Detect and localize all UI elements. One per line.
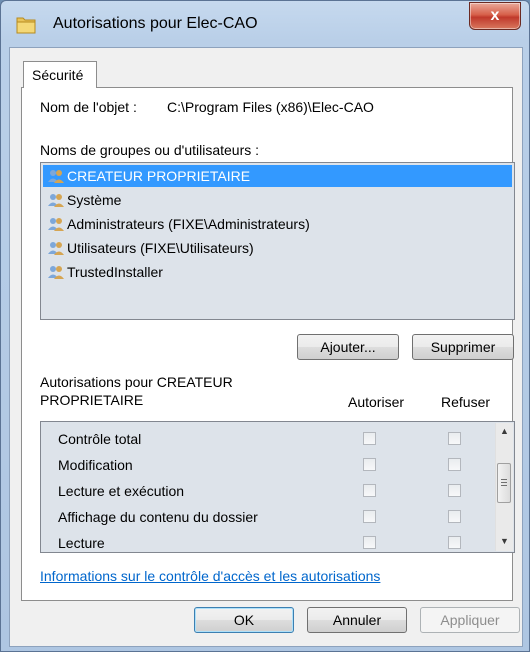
deny-checkbox[interactable] [448,510,461,523]
allow-checkbox[interactable] [363,536,376,549]
deny-checkbox[interactable] [448,484,461,497]
object-path: C:\Program Files (x86)\Elec-CAO [167,99,374,115]
permissions-label-line1: Autorisations pour CREATEUR [40,374,233,390]
title-bar[interactable]: Autorisations pour Elec-CAO [1,1,529,47]
deny-checkbox[interactable] [448,432,461,445]
tab-label: Sécurité [32,67,84,83]
permission-row-full-control: Contrôle total [41,426,481,452]
window-title: Autorisations pour Elec-CAO [53,15,258,32]
deny-checkbox[interactable] [448,458,461,471]
users-icon [48,170,64,183]
allow-checkbox[interactable] [363,458,376,471]
users-icon [48,242,64,255]
scroll-down-icon[interactable]: ▼ [496,533,513,550]
permission-label: Lecture et exécution [58,483,185,499]
allow-checkbox[interactable] [363,484,376,497]
ok-button[interactable]: OK [194,607,294,633]
permission-label: Lecture [58,535,105,551]
permission-label: Affichage du contenu du dossier [58,509,258,525]
permission-row-list-folder: Affichage du contenu du dossier [41,504,481,530]
permission-row-read: Lecture [41,530,481,552]
deny-checkbox[interactable] [448,536,461,549]
grip-line [501,479,507,480]
groups-label: Noms de groupes ou d'utilisateurs : [40,142,260,158]
list-item-administrateurs[interactable]: Administrateurs (FIXE\Administrateurs) [43,213,512,235]
list-item-label: Système [67,192,122,208]
tab-security[interactable]: Sécurité [23,61,97,88]
list-item-systeme[interactable]: Système [43,189,512,211]
folder-icon [16,17,36,34]
apply-button[interactable]: Appliquer [420,607,520,633]
users-icon [48,218,64,231]
list-item-createur-proprietaire[interactable]: CREATEUR PROPRIETAIRE [43,165,512,187]
close-icon: x [490,7,500,24]
object-name-label: Nom de l'objet : [40,99,137,115]
allow-checkbox[interactable] [363,510,376,523]
grip-line [501,482,507,483]
deny-column-header: Refuser [441,394,491,410]
permission-row-read-execute: Lecture et exécution [41,478,481,504]
list-item-utilisateurs[interactable]: Utilisateurs (FIXE\Utilisateurs) [43,237,512,259]
list-item-trustedinstaller[interactable]: TrustedInstaller [43,261,512,283]
grip-line [501,485,507,486]
permissions-scrollbar[interactable]: ▲ ▼ [495,423,513,551]
list-item-label: TrustedInstaller [67,264,163,280]
cancel-button[interactable]: Annuler [307,607,407,633]
allow-column-header: Autoriser [348,394,405,410]
add-button[interactable]: Ajouter... [297,334,399,360]
dialog-window: Autorisations pour Elec-CAO x Sécurité N… [0,0,530,652]
remove-button[interactable]: Supprimer [412,334,514,360]
permissions-list[interactable]: Contrôle total Modification Lecture et e… [40,421,515,553]
users-list[interactable]: CREATEUR PROPRIETAIRE Système Administra… [40,162,515,320]
close-button[interactable]: x [469,2,521,30]
permissions-label-line2: PROPRIETAIRE [40,392,144,408]
scroll-up-icon[interactable]: ▲ [496,423,513,440]
list-item-label: Utilisateurs (FIXE\Utilisateurs) [67,240,254,256]
list-item-label: CREATEUR PROPRIETAIRE [67,168,251,184]
permission-row-modify: Modification [41,452,481,478]
list-item-label: Administrateurs (FIXE\Administrateurs) [67,216,310,232]
users-icon [48,266,64,279]
permission-label: Modification [58,457,133,473]
permission-label: Contrôle total [58,431,142,447]
access-control-help-link[interactable]: Informations sur le contrôle d'accès et … [40,568,380,584]
scroll-thumb[interactable] [497,463,511,503]
users-icon [48,194,64,207]
allow-checkbox[interactable] [363,432,376,445]
